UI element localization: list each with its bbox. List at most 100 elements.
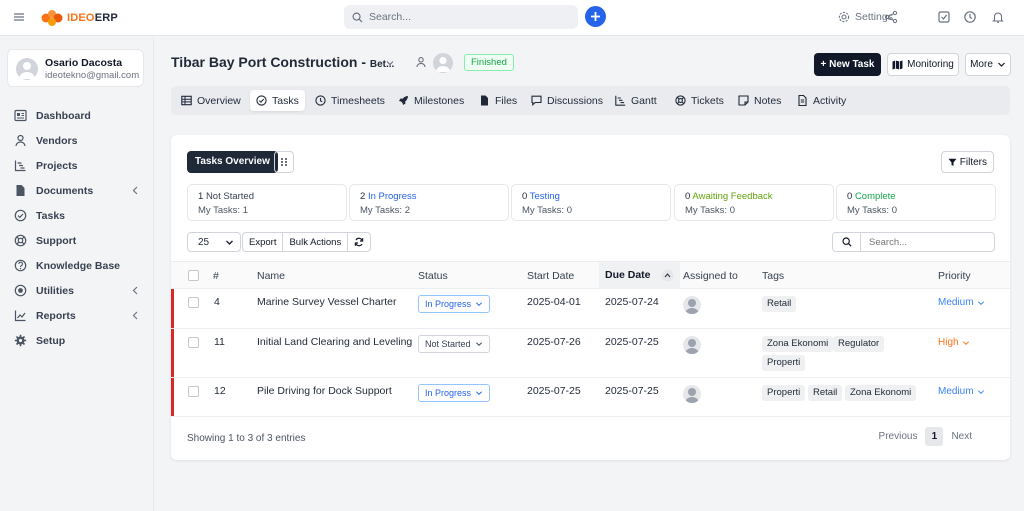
- tab-timesheets[interactable]: Timesheets: [309, 90, 391, 111]
- global-search[interactable]: [344, 5, 578, 29]
- assignee-avatar[interactable]: [683, 336, 701, 354]
- tag-chip: Retail: [762, 296, 797, 312]
- sidebar-item-setup[interactable]: Setup: [0, 328, 154, 353]
- radio-icon: [14, 284, 27, 297]
- filters-button[interactable]: Filters: [940, 151, 994, 173]
- plus-icon: [591, 12, 600, 21]
- tab-files[interactable]: Files: [473, 90, 523, 111]
- sidebar-item-reports[interactable]: Reports: [0, 303, 154, 328]
- search-icon: [841, 237, 852, 247]
- assignee-avatar[interactable]: [683, 296, 701, 314]
- sidebar-item-label: Projects: [36, 159, 78, 172]
- status-dropdown[interactable]: In Progress: [418, 384, 491, 402]
- page-length-select[interactable]: 25: [187, 232, 241, 252]
- sidebar-item-knowledge-base[interactable]: Knowledge Base: [0, 253, 154, 278]
- chevron-down-icon: [476, 302, 483, 307]
- col-header-id[interactable]: #: [213, 270, 219, 282]
- sidebar-item-tasks[interactable]: Tasks: [0, 203, 154, 228]
- summary-count: 0: [522, 191, 528, 202]
- summary-not-started[interactable]: 1 Not Started My Tasks: 1: [187, 184, 347, 221]
- tab-tickets[interactable]: Tickets: [669, 90, 730, 111]
- table-row[interactable]: 12 Pile Driving for Dock Support In Prog…: [171, 378, 1010, 417]
- user-icon: [15, 134, 26, 147]
- more-button[interactable]: More: [965, 53, 1011, 76]
- col-header-name[interactable]: Name: [257, 270, 285, 282]
- row-checkbox[interactable]: [188, 297, 199, 308]
- pagination-previous[interactable]: Previous: [879, 431, 918, 442]
- table-search[interactable]: [832, 232, 995, 252]
- sidebar-item-projects[interactable]: Projects: [0, 153, 154, 178]
- select-all-checkbox[interactable]: [188, 270, 199, 281]
- tab-notes[interactable]: Notes: [732, 90, 787, 111]
- new-task-button[interactable]: + New Task: [814, 53, 881, 76]
- sort-asc-icon: [661, 269, 674, 282]
- tab-discussions[interactable]: Discussions: [525, 90, 609, 111]
- sidebar-item-dashboard[interactable]: Dashboard: [0, 103, 154, 128]
- tab-label: Discussions: [547, 94, 604, 107]
- col-header-assigned[interactable]: Assigned to: [683, 270, 738, 282]
- menu-icon[interactable]: [12, 10, 26, 24]
- logo[interactable]: IDEOERP: [40, 9, 118, 27]
- table-row[interactable]: 4 Marine Survey Vessel Charter In Progre…: [171, 289, 1010, 329]
- priority-dropdown[interactable]: Medium: [938, 297, 985, 308]
- export-button[interactable]: Export: [243, 233, 284, 251]
- col-header-due-date-label: Due Date: [605, 269, 651, 281]
- filter-icon: [948, 158, 957, 166]
- cell-task-name[interactable]: Marine Survey Vessel Charter: [257, 296, 396, 308]
- pagination-next[interactable]: Next: [951, 431, 972, 442]
- members-icon[interactable]: [415, 56, 427, 68]
- table-row[interactable]: 11 Initial Land Clearing and Leveling No…: [171, 329, 1010, 378]
- reload-button[interactable]: [348, 233, 370, 251]
- share-icon[interactable]: [884, 10, 898, 24]
- monitoring-button[interactable]: Monitoring: [887, 53, 959, 76]
- project-title[interactable]: Tibar Bay Port Construction - Bet...: [171, 54, 394, 70]
- summary-testing[interactable]: 0 Testing My Tasks: 0: [511, 184, 671, 221]
- sidebar-item-utilities[interactable]: Utilities: [0, 278, 154, 303]
- checkbox-icon[interactable]: [937, 10, 951, 24]
- sidebar-item-documents[interactable]: Documents: [0, 178, 154, 203]
- tab-milestones[interactable]: Milestones: [392, 90, 470, 111]
- user-profile-card[interactable]: Osario Dacosta ideotekno@gmail.com: [7, 49, 144, 87]
- table-actions: Export Bulk Actions: [242, 232, 372, 252]
- bulk-actions-button[interactable]: Bulk Actions: [283, 233, 349, 251]
- summary-complete[interactable]: 0 Complete My Tasks: 0: [836, 184, 996, 221]
- avatar-placeholder-icon: [685, 299, 699, 314]
- project-member-avatar[interactable]: [433, 53, 453, 73]
- tab-overview[interactable]: Overview: [175, 90, 247, 111]
- sidebar-item-label: Dashboard: [36, 109, 91, 122]
- global-search-input[interactable]: [369, 11, 549, 23]
- cell-task-name[interactable]: Initial Land Clearing and Leveling: [257, 336, 412, 348]
- status-dropdown[interactable]: In Progress: [418, 295, 491, 313]
- sidebar-nav: Dashboard Vendors Projects Documents Tas…: [0, 103, 154, 353]
- cell-task-name[interactable]: Pile Driving for Dock Support: [257, 385, 392, 397]
- assignee-avatar[interactable]: [683, 385, 701, 403]
- col-header-tags[interactable]: Tags: [762, 270, 784, 282]
- sidebar-item-label: Documents: [36, 184, 94, 197]
- chevron-down-icon[interactable]: [385, 58, 395, 68]
- kanban-toggle-button[interactable]: [274, 151, 294, 173]
- table-search-input[interactable]: [861, 233, 991, 251]
- sidebar-item-support[interactable]: Support: [0, 228, 154, 253]
- tab-tasks[interactable]: Tasks: [250, 90, 305, 111]
- tab-gantt[interactable]: Gantt: [609, 90, 663, 111]
- tasks-overview-button[interactable]: Tasks Overview: [187, 151, 278, 173]
- sidebar-item-label: Reports: [36, 309, 76, 322]
- summary-awaiting-feedback[interactable]: 0 Awaiting Feedback My Tasks: 0: [674, 184, 834, 221]
- col-header-priority[interactable]: Priority: [938, 270, 971, 282]
- quick-add-button[interactable]: [585, 6, 606, 27]
- row-checkbox[interactable]: [188, 386, 199, 397]
- bell-icon[interactable]: [991, 10, 1005, 24]
- status-dropdown[interactable]: Not Started: [418, 335, 490, 353]
- sidebar-item-vendors[interactable]: Vendors: [0, 128, 154, 153]
- priority-dropdown[interactable]: High: [938, 337, 970, 348]
- col-header-due-date[interactable]: Due Date: [599, 262, 680, 289]
- col-header-start-date[interactable]: Start Date: [527, 270, 574, 282]
- priority-dropdown[interactable]: Medium: [938, 386, 985, 397]
- pagination-page-1[interactable]: 1: [925, 426, 944, 446]
- col-header-status[interactable]: Status: [418, 270, 448, 282]
- summary-in-progress[interactable]: 2 In Progress My Tasks: 2: [349, 184, 509, 221]
- row-checkbox[interactable]: [188, 337, 199, 348]
- clock-icon[interactable]: [963, 10, 977, 24]
- tab-activity[interactable]: Activity: [791, 90, 852, 111]
- projects-icon: [14, 160, 26, 172]
